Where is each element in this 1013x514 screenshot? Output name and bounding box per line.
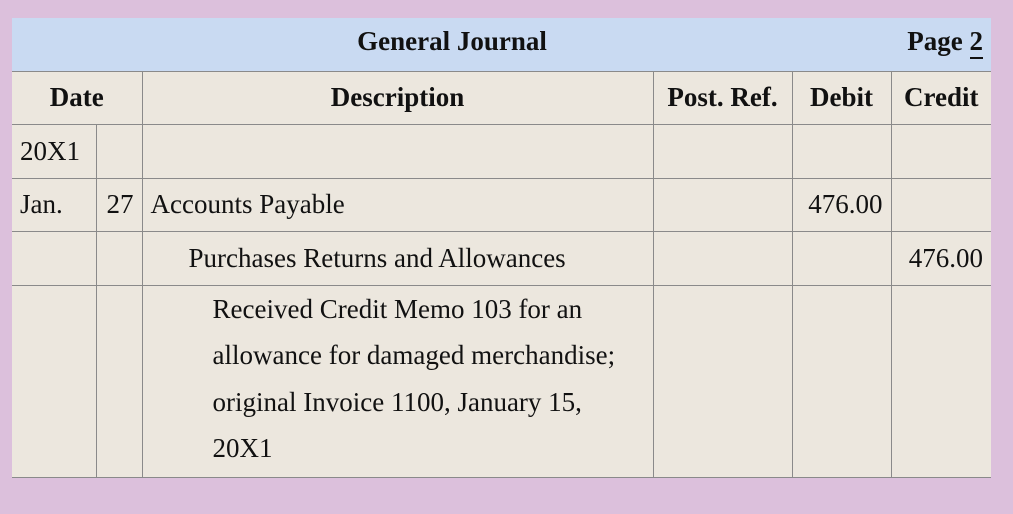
debit-account-cell: Accounts Payable bbox=[141, 177, 654, 232]
credit-cell bbox=[890, 123, 992, 179]
column-header-debit: Debit bbox=[791, 71, 892, 125]
post-ref-cell bbox=[652, 123, 793, 179]
day-cell-empty bbox=[95, 123, 143, 179]
month-cell: Jan. bbox=[12, 177, 97, 232]
general-journal: General Journal Page 2 Date Description … bbox=[12, 18, 992, 478]
day-cell: 27 bbox=[95, 177, 143, 232]
explanation-cell: Received Credit Memo 103 for an allowanc… bbox=[141, 284, 654, 478]
description-cell-empty bbox=[141, 123, 654, 179]
credit-account-cell: Purchases Returns and Allowances bbox=[141, 230, 654, 286]
post-ref-cell bbox=[652, 284, 793, 478]
credit-amount-cell: 476.00 bbox=[890, 230, 992, 286]
page-indicator: Page 2 bbox=[907, 18, 983, 65]
table-row: 20X1 bbox=[12, 123, 992, 179]
day-cell-empty bbox=[95, 284, 143, 478]
debit-cell bbox=[791, 284, 892, 478]
journal-table: Date Description Post. Ref. Debit Credit… bbox=[12, 71, 992, 478]
column-header-description: Description bbox=[141, 71, 654, 125]
credit-cell bbox=[890, 177, 992, 232]
header-row: Date Description Post. Ref. Debit Credit bbox=[12, 71, 992, 125]
column-header-post-ref: Post. Ref. bbox=[652, 71, 793, 125]
journal-title: General Journal bbox=[357, 26, 547, 56]
post-ref-cell bbox=[652, 177, 793, 232]
day-cell-empty bbox=[95, 230, 143, 286]
page-number: 2 bbox=[969, 26, 983, 59]
year-cell: 20X1 bbox=[12, 123, 97, 179]
table-row: Purchases Returns and Allowances 476.00 bbox=[12, 230, 992, 286]
debit-cell bbox=[791, 123, 892, 179]
credit-cell bbox=[890, 284, 992, 478]
page-label: Page bbox=[907, 26, 963, 56]
table-row: Received Credit Memo 103 for an allowanc… bbox=[12, 284, 992, 478]
journal-title-bar: General Journal Page 2 bbox=[12, 18, 991, 72]
date-cell-empty bbox=[12, 230, 97, 286]
date-cell-empty bbox=[12, 284, 97, 478]
column-header-credit: Credit bbox=[890, 71, 992, 125]
column-header-date: Date bbox=[12, 71, 143, 125]
debit-cell bbox=[791, 230, 892, 286]
debit-amount-cell: 476.00 bbox=[791, 177, 892, 232]
post-ref-cell bbox=[652, 230, 793, 286]
table-row: Jan. 27 Accounts Payable 476.00 bbox=[12, 177, 992, 232]
